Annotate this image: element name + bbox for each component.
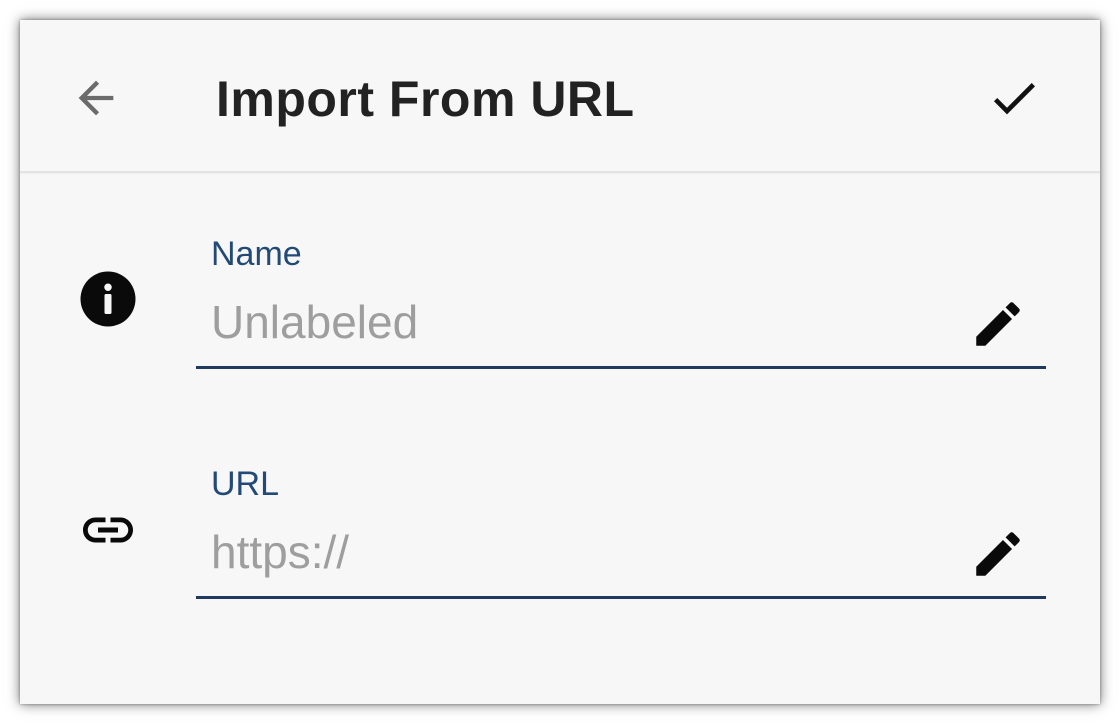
back-button[interactable] — [64, 66, 128, 130]
confirm-button[interactable] — [982, 66, 1046, 130]
arrow-back-icon — [78, 80, 114, 116]
pencil-icon — [976, 532, 1020, 576]
url-field: URL — [196, 464, 1046, 614]
url-field-underline — [196, 596, 1046, 599]
name-input[interactable] — [196, 288, 971, 356]
url-field-label: URL — [211, 465, 280, 503]
name-field-label: Name — [211, 235, 302, 273]
pencil-icon — [976, 302, 1020, 346]
name-field-underline — [196, 366, 1046, 369]
dialog-window: Import From URL Name URL — [20, 20, 1100, 704]
info-icon — [76, 267, 140, 331]
check-icon — [993, 83, 1035, 115]
link-icon — [76, 498, 140, 562]
app-bar: Import From URL — [20, 20, 1100, 173]
url-input[interactable] — [196, 518, 971, 586]
name-edit-button[interactable] — [966, 292, 1030, 356]
page-title: Import From URL — [216, 71, 635, 127]
name-field: Name — [196, 234, 1046, 384]
url-edit-button[interactable] — [966, 522, 1030, 586]
